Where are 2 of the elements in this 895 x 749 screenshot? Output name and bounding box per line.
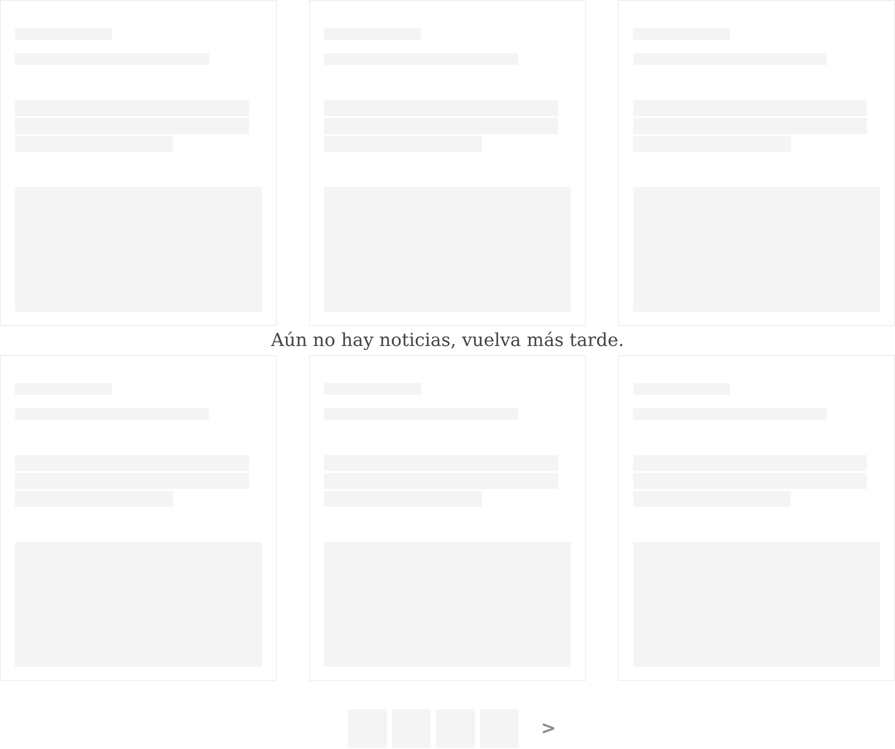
empty-message: Aún no hay noticias, vuelva más tarde. <box>271 329 624 353</box>
next-link[interactable]: > <box>541 718 556 739</box>
